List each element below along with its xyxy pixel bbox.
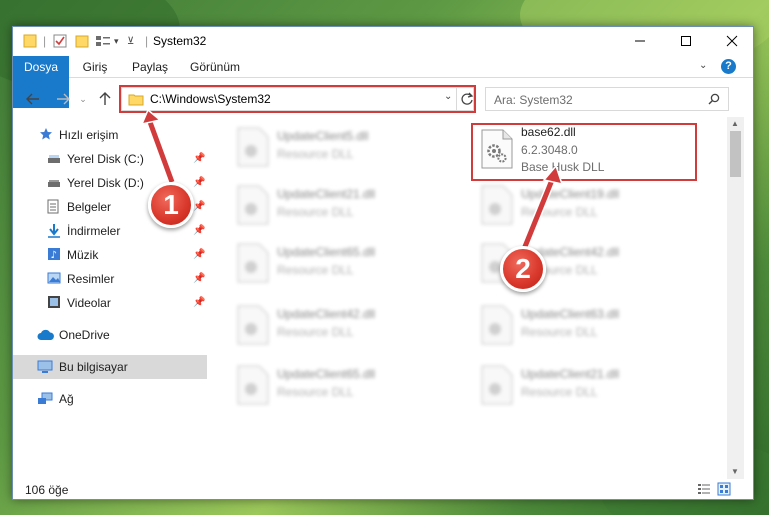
callout-arrows	[140, 108, 564, 256]
callout-step-2: 2	[500, 246, 546, 292]
callout-step-1: 1	[148, 182, 194, 228]
